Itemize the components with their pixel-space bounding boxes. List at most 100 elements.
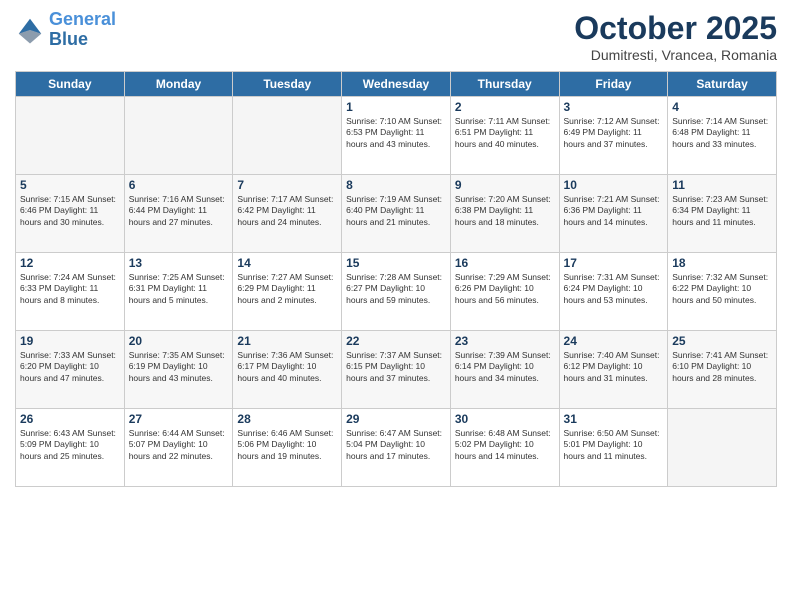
day-info: Sunrise: 6:47 AM Sunset: 5:04 PM Dayligh… [346, 428, 446, 462]
calendar-day: 31 Sunrise: 6:50 AM Sunset: 5:01 PM Dayli… [559, 409, 668, 487]
day-info: Sunrise: 7:19 AM Sunset: 6:40 PM Dayligh… [346, 194, 446, 228]
day-info: Sunrise: 7:10 AM Sunset: 6:53 PM Dayligh… [346, 116, 446, 150]
day-number: 1 [346, 100, 446, 114]
calendar-day: 17 Sunrise: 7:31 AM Sunset: 6:24 PM Dayli… [559, 253, 668, 331]
header-day: Tuesday [233, 72, 342, 97]
logo-icon [15, 15, 45, 45]
header-day: Wednesday [342, 72, 451, 97]
calendar-day: 20 Sunrise: 7:35 AM Sunset: 6:19 PM Dayli… [124, 331, 233, 409]
day-info: Sunrise: 7:20 AM Sunset: 6:38 PM Dayligh… [455, 194, 555, 228]
day-number: 22 [346, 334, 446, 348]
day-number: 3 [564, 100, 664, 114]
calendar-day: 2Sunrise: 7:11 AM Sunset: 6:51 PM Daylig… [450, 97, 559, 175]
day-number: 30 [455, 412, 555, 426]
day-info: Sunrise: 7:16 AM Sunset: 6:44 PM Dayligh… [129, 194, 229, 228]
day-info: Sunrise: 7:32 AM Sunset: 6:22 PM Dayligh… [672, 272, 772, 306]
calendar-day: 8 Sunrise: 7:19 AM Sunset: 6:40 PM Daylig… [342, 175, 451, 253]
day-info: Sunrise: 7:40 AM Sunset: 6:12 PM Dayligh… [564, 350, 664, 384]
calendar-day: 3 Sunrise: 7:12 AM Sunset: 6:49 PM Daylig… [559, 97, 668, 175]
calendar-day: 5Sunrise: 7:15 AM Sunset: 6:46 PM Daylig… [16, 175, 125, 253]
calendar-day: 7 Sunrise: 7:17 AM Sunset: 6:42 PM Daylig… [233, 175, 342, 253]
day-number: 5 [20, 178, 120, 192]
day-number: 23 [455, 334, 555, 348]
day-number: 31 [564, 412, 664, 426]
day-info: Sunrise: 7:12 AM Sunset: 6:49 PM Dayligh… [564, 116, 664, 150]
day-number: 15 [346, 256, 446, 270]
calendar-table: SundayMondayTuesdayWednesdayThursdayFrid… [15, 71, 777, 487]
day-number: 14 [237, 256, 337, 270]
day-number: 21 [237, 334, 337, 348]
header: General Blue October 2025 Dumitresti, Vr… [15, 10, 777, 63]
day-info: Sunrise: 7:36 AM Sunset: 6:17 PM Dayligh… [237, 350, 337, 384]
calendar-week: 26 Sunrise: 6:43 AM Sunset: 5:09 PM Dayli… [16, 409, 777, 487]
day-number: 25 [672, 334, 772, 348]
day-number: 16 [455, 256, 555, 270]
calendar-day: 26 Sunrise: 6:43 AM Sunset: 5:09 PM Dayli… [16, 409, 125, 487]
calendar-day [16, 97, 125, 175]
calendar-day: 21 Sunrise: 7:36 AM Sunset: 6:17 PM Dayli… [233, 331, 342, 409]
day-info: Sunrise: 7:23 AM Sunset: 6:34 PM Dayligh… [672, 194, 772, 228]
day-number: 8 [346, 178, 446, 192]
calendar-day: 4 Sunrise: 7:14 AM Sunset: 6:48 PM Daylig… [668, 97, 777, 175]
day-number: 29 [346, 412, 446, 426]
day-number: 9 [455, 178, 555, 192]
header-day: Friday [559, 72, 668, 97]
calendar-week: 1 Sunrise: 7:10 AM Sunset: 6:53 PM Daylig… [16, 97, 777, 175]
title-area: October 2025 Dumitresti, Vrancea, Romani… [574, 10, 777, 63]
calendar-day: 16 Sunrise: 7:29 AM Sunset: 6:26 PM Dayli… [450, 253, 559, 331]
day-number: 26 [20, 412, 120, 426]
logo-text: General Blue [49, 10, 116, 50]
calendar-day: 23Sunrise: 7:39 AM Sunset: 6:14 PM Dayli… [450, 331, 559, 409]
day-number: 28 [237, 412, 337, 426]
header-row: SundayMondayTuesdayWednesdayThursdayFrid… [16, 72, 777, 97]
day-info: Sunrise: 7:41 AM Sunset: 6:10 PM Dayligh… [672, 350, 772, 384]
calendar-day [124, 97, 233, 175]
month-title: October 2025 [574, 10, 777, 47]
day-number: 10 [564, 178, 664, 192]
calendar-day: 1 Sunrise: 7:10 AM Sunset: 6:53 PM Daylig… [342, 97, 451, 175]
calendar-day [233, 97, 342, 175]
day-number: 24 [564, 334, 664, 348]
calendar-day: 22 Sunrise: 7:37 AM Sunset: 6:15 PM Dayli… [342, 331, 451, 409]
day-info: Sunrise: 7:29 AM Sunset: 6:26 PM Dayligh… [455, 272, 555, 306]
calendar-day [668, 409, 777, 487]
day-info: Sunrise: 6:50 AM Sunset: 5:01 PM Dayligh… [564, 428, 664, 462]
calendar-day: 12 Sunrise: 7:24 AM Sunset: 6:33 PM Dayli… [16, 253, 125, 331]
day-info: Sunrise: 6:46 AM Sunset: 5:06 PM Dayligh… [237, 428, 337, 462]
calendar-week: 19Sunrise: 7:33 AM Sunset: 6:20 PM Dayli… [16, 331, 777, 409]
day-number: 27 [129, 412, 229, 426]
day-info: Sunrise: 7:14 AM Sunset: 6:48 PM Dayligh… [672, 116, 772, 150]
day-info: Sunrise: 7:24 AM Sunset: 6:33 PM Dayligh… [20, 272, 120, 306]
day-info: Sunrise: 7:17 AM Sunset: 6:42 PM Dayligh… [237, 194, 337, 228]
calendar-day: 6Sunrise: 7:16 AM Sunset: 6:44 PM Daylig… [124, 175, 233, 253]
subtitle: Dumitresti, Vrancea, Romania [574, 47, 777, 63]
day-info: Sunrise: 7:28 AM Sunset: 6:27 PM Dayligh… [346, 272, 446, 306]
calendar-day: 24 Sunrise: 7:40 AM Sunset: 6:12 PM Dayli… [559, 331, 668, 409]
calendar-day: 9 Sunrise: 7:20 AM Sunset: 6:38 PM Daylig… [450, 175, 559, 253]
logo-line2: Blue [49, 29, 88, 49]
day-info: Sunrise: 6:48 AM Sunset: 5:02 PM Dayligh… [455, 428, 555, 462]
calendar-week: 12 Sunrise: 7:24 AM Sunset: 6:33 PM Dayli… [16, 253, 777, 331]
calendar-day: 29 Sunrise: 6:47 AM Sunset: 5:04 PM Dayli… [342, 409, 451, 487]
day-info: Sunrise: 6:43 AM Sunset: 5:09 PM Dayligh… [20, 428, 120, 462]
day-number: 12 [20, 256, 120, 270]
day-number: 4 [672, 100, 772, 114]
header-day: Sunday [16, 72, 125, 97]
logo: General Blue [15, 10, 116, 50]
day-info: Sunrise: 7:21 AM Sunset: 6:36 PM Dayligh… [564, 194, 664, 228]
day-number: 7 [237, 178, 337, 192]
calendar-day: 30 Sunrise: 6:48 AM Sunset: 5:02 PM Dayli… [450, 409, 559, 487]
calendar-day: 25 Sunrise: 7:41 AM Sunset: 6:10 PM Dayli… [668, 331, 777, 409]
day-info: Sunrise: 7:37 AM Sunset: 6:15 PM Dayligh… [346, 350, 446, 384]
day-info: Sunrise: 7:27 AM Sunset: 6:29 PM Dayligh… [237, 272, 337, 306]
day-info: Sunrise: 7:35 AM Sunset: 6:19 PM Dayligh… [129, 350, 229, 384]
calendar-day: 15 Sunrise: 7:28 AM Sunset: 6:27 PM Dayli… [342, 253, 451, 331]
header-day: Monday [124, 72, 233, 97]
day-number: 17 [564, 256, 664, 270]
calendar-day: 11Sunrise: 7:23 AM Sunset: 6:34 PM Dayli… [668, 175, 777, 253]
calendar-day: 28 Sunrise: 6:46 AM Sunset: 5:06 PM Dayli… [233, 409, 342, 487]
day-number: 20 [129, 334, 229, 348]
header-day: Saturday [668, 72, 777, 97]
day-info: Sunrise: 7:31 AM Sunset: 6:24 PM Dayligh… [564, 272, 664, 306]
calendar-week: 5Sunrise: 7:15 AM Sunset: 6:46 PM Daylig… [16, 175, 777, 253]
